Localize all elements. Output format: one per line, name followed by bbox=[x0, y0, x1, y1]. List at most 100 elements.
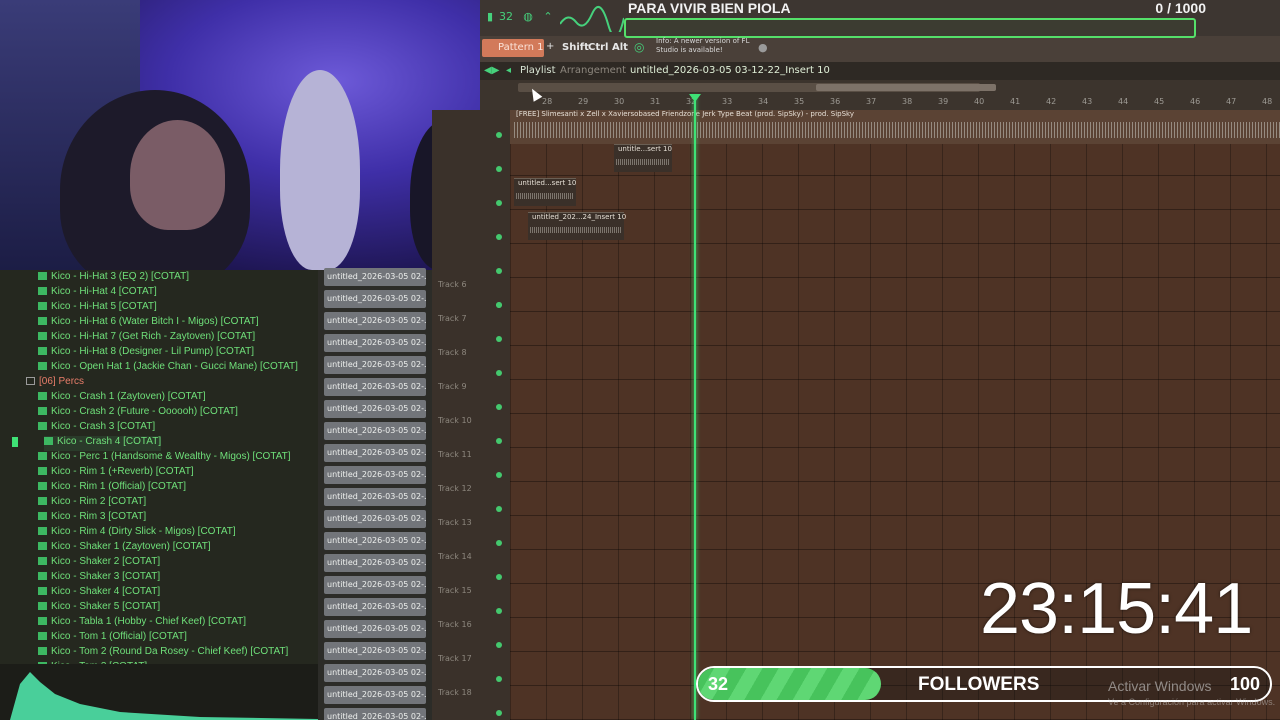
track-mute-toggle[interactable] bbox=[496, 540, 502, 546]
track-name[interactable]: Track 18 bbox=[438, 688, 472, 697]
browser-file[interactable]: Kico - Crash 2 (Future - Oooooh) [COTAT] bbox=[38, 406, 238, 421]
channel-button[interactable]: untitled_2026-03-05 02-... bbox=[324, 532, 426, 550]
track-name[interactable]: Track 15 bbox=[438, 586, 472, 595]
browser-file[interactable]: Kico - Hi-Hat 5 [COTAT] bbox=[38, 301, 157, 316]
audio-track-clip[interactable]: [FREE] Slimesanti x Zell x Xaviersobased… bbox=[510, 110, 1280, 144]
channel-button[interactable]: untitled_2026-03-05 02-... bbox=[324, 510, 426, 528]
channel-button[interactable]: untitled_2026-03-05 02-... bbox=[324, 642, 426, 660]
track-name[interactable]: Track 14 bbox=[438, 552, 472, 561]
globe-icon[interactable]: ● bbox=[758, 41, 768, 54]
shift-key[interactable]: Shift bbox=[562, 39, 589, 57]
browser-file[interactable]: Kico - Tom 1 (Official) [COTAT] bbox=[38, 631, 187, 646]
add-pattern-icon[interactable]: + bbox=[546, 41, 554, 52]
browser-file[interactable]: Kico - Hi-Hat 8 (Designer - Lil Pump) [C… bbox=[38, 346, 254, 361]
channel-button[interactable]: untitled_2026-03-05 02-... bbox=[324, 576, 426, 594]
browser-file[interactable]: Kico - Shaker 4 [COTAT] bbox=[38, 586, 160, 601]
channel-button[interactable]: untitled_2026-03-05 02-... bbox=[324, 620, 426, 638]
track-name[interactable]: Track 17 bbox=[438, 654, 472, 663]
browser-file[interactable]: Kico - Rim 2 [COTAT] bbox=[38, 496, 146, 511]
browser-file[interactable]: Kico - Crash 3 [COTAT] bbox=[38, 421, 155, 436]
pattern-clip[interactable]: untitled_202...24_Insert 10 bbox=[528, 212, 626, 240]
track-name[interactable]: Track 6 bbox=[438, 280, 467, 289]
track-name[interactable]: Track 12 bbox=[438, 484, 472, 493]
track-mute-toggle[interactable] bbox=[496, 166, 502, 172]
browser-file[interactable]: Kico - Shaker 5 [COTAT] bbox=[38, 601, 160, 616]
channel-button[interactable]: untitled_2026-03-05 02-... bbox=[324, 400, 426, 418]
preview-play-icon[interactable] bbox=[12, 437, 18, 447]
wait-input-icon[interactable]: ◍ bbox=[518, 10, 538, 26]
browser-file[interactable]: Kico - Rim 4 (Dirty Slick - Migos) [COTA… bbox=[38, 526, 236, 541]
playlist-clip-name[interactable]: untitled_2026-03-05 03-12-22_Insert 10 bbox=[630, 65, 830, 76]
track-mute-toggle[interactable] bbox=[496, 370, 502, 376]
channel-button[interactable]: untitled_2026-03-05 02-... bbox=[324, 598, 426, 616]
channel-button[interactable]: untitled_2026-03-05 02-... bbox=[324, 312, 426, 330]
channel-button[interactable]: untitled_2026-03-05 02-... bbox=[324, 466, 426, 484]
track-name[interactable]: Track 11 bbox=[438, 450, 472, 459]
channel-button[interactable]: untitled_2026-03-05 02-... bbox=[324, 664, 426, 682]
timeline-ruler[interactable]: 28 29 30 31 32 33 34 35 36 37 38 39 40 41 42 43 44 45 46 47… bbox=[480, 80, 1280, 110]
track-mute-toggle[interactable] bbox=[496, 268, 502, 274]
track-mute-toggle[interactable] bbox=[496, 404, 502, 410]
browser-file[interactable]: Kico - Crash 4 [COTAT] bbox=[44, 436, 162, 451]
browser-file[interactable]: Kico - Tom 2 (Round Da Rosey - Chief Kee… bbox=[38, 646, 288, 661]
browser-file[interactable]: Kico - Crash 1 (Zaytoven) [COTAT] bbox=[38, 391, 206, 406]
playlist-view-label[interactable]: Arrangement bbox=[560, 65, 626, 76]
browser-file[interactable]: Kico - Hi-Hat 3 (EQ 2) [COTAT] bbox=[38, 271, 189, 286]
browser-file[interactable]: Kico - Open Hat 1 (Jackie Chan - Gucci M… bbox=[38, 361, 298, 376]
channel-button[interactable]: untitled_2026-03-05 02-... bbox=[324, 268, 426, 286]
browser-file[interactable]: Kico - Rim 1 (Official) [COTAT] bbox=[38, 481, 186, 496]
browser-file[interactable]: Kico - Perc 1 (Handsome & Wealthy - Migo… bbox=[38, 451, 291, 466]
track-name[interactable]: Track 10 bbox=[438, 416, 472, 425]
pattern-selector[interactable]: Pattern 1 bbox=[482, 39, 544, 57]
pattern-clip[interactable]: untitled...sert 10 bbox=[514, 178, 576, 206]
track-mute-toggle[interactable] bbox=[496, 132, 502, 138]
playlist-menu-icon[interactable]: ◀▶ bbox=[484, 65, 499, 76]
ctrl-key[interactable]: Ctrl bbox=[588, 39, 608, 57]
track-mute-toggle[interactable] bbox=[496, 200, 502, 206]
browser-file[interactable]: Kico - Hi-Hat 6 (Water Bitch I - Migos) … bbox=[38, 316, 259, 331]
channel-button[interactable]: untitled_2026-03-05 02-... bbox=[324, 488, 426, 506]
update-notice[interactable]: Info: A newer version of FL Studio is av… bbox=[656, 37, 766, 55]
track-mute-toggle[interactable] bbox=[496, 608, 502, 614]
track-name[interactable]: Track 8 bbox=[438, 348, 467, 357]
alt-key[interactable]: Alt bbox=[612, 39, 628, 57]
channel-button[interactable]: untitled_2026-03-05 02-... bbox=[324, 356, 426, 374]
browser-file[interactable]: Kico - Rim 3 [COTAT] bbox=[38, 511, 146, 526]
track-mute-toggle[interactable] bbox=[496, 472, 502, 478]
track-name[interactable]: Track 9 bbox=[438, 382, 467, 391]
track-mute-toggle[interactable] bbox=[496, 302, 502, 308]
browser-folder[interactable]: [06] Percs bbox=[26, 376, 84, 391]
track-name[interactable]: Track 7 bbox=[438, 314, 467, 323]
track-mute-toggle[interactable] bbox=[496, 438, 502, 444]
track-name[interactable]: Track 16 bbox=[438, 620, 472, 629]
track-mute-toggle[interactable] bbox=[496, 336, 502, 342]
track-mute-toggle[interactable] bbox=[496, 676, 502, 682]
scrollbar-thumb[interactable] bbox=[816, 84, 996, 91]
browser-file[interactable]: Kico - Shaker 2 [COTAT] bbox=[38, 556, 160, 571]
channel-button[interactable]: untitled_2026-03-05 02-... bbox=[324, 334, 426, 352]
step-edit-icon[interactable]: 32 bbox=[496, 10, 516, 26]
browser-file[interactable]: Kico - Rim 1 (+Reverb) [COTAT] bbox=[38, 466, 194, 481]
playlist-scrollbar[interactable] bbox=[518, 83, 996, 92]
browser-file[interactable]: Kico - Tabla 1 (Hobby - Chief Keef) [COT… bbox=[38, 616, 246, 631]
countdown-icon[interactable]: ⌃ bbox=[538, 10, 558, 26]
channel-button[interactable]: untitled_2026-03-05 02-... bbox=[324, 686, 426, 704]
channel-button[interactable]: untitled_2026-03-05 02-... bbox=[324, 444, 426, 462]
channel-button[interactable]: untitled_2026-03-05 02-... bbox=[324, 422, 426, 440]
browser-file[interactable]: Kico - Hi-Hat 4 [COTAT] bbox=[38, 286, 157, 301]
track-mute-toggle[interactable] bbox=[496, 642, 502, 648]
channel-button[interactable]: untitled_2026-03-05 02-... bbox=[324, 708, 426, 720]
playhead[interactable] bbox=[694, 96, 696, 720]
browser-file[interactable]: Kico - Shaker 3 [COTAT] bbox=[38, 571, 160, 586]
track-mute-toggle[interactable] bbox=[496, 506, 502, 512]
channel-button[interactable]: untitled_2026-03-05 02-... bbox=[324, 554, 426, 572]
browser-file[interactable]: Kico - Shaker 1 (Zaytoven) [COTAT] bbox=[38, 541, 211, 556]
channel-button[interactable]: untitled_2026-03-05 02-... bbox=[324, 378, 426, 396]
pattern-clip[interactable]: untitle...sert 10 bbox=[614, 144, 672, 172]
track-mute-toggle[interactable] bbox=[496, 710, 502, 716]
track-mute-toggle[interactable] bbox=[496, 234, 502, 240]
channel-button[interactable]: untitled_2026-03-05 02-... bbox=[324, 290, 426, 308]
playlist-arrow-icon[interactable]: ◂ bbox=[506, 65, 511, 76]
track-name[interactable]: Track 13 bbox=[438, 518, 472, 527]
track-mute-toggle[interactable] bbox=[496, 574, 502, 580]
